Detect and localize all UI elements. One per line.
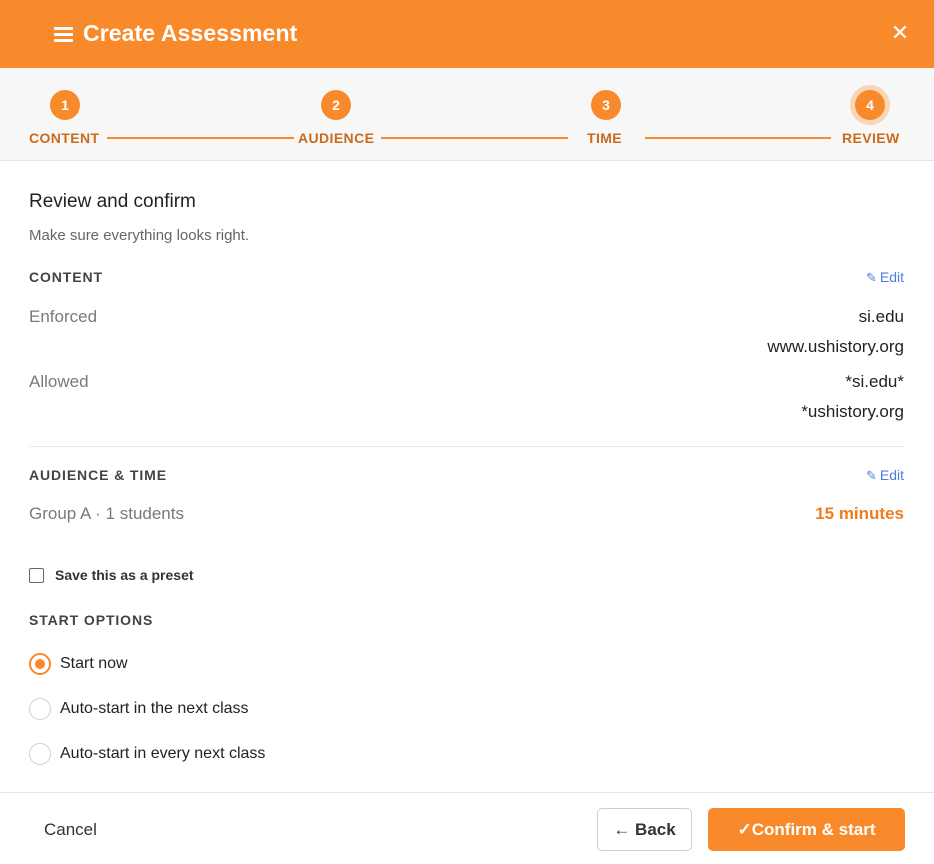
allowed-domain: *si.edu* (845, 372, 904, 391)
close-icon[interactable]: ✕ (890, 22, 910, 44)
radio-button[interactable] (29, 743, 51, 765)
step-review[interactable]: 4 REVIEW (835, 68, 934, 161)
start-option-start-now[interactable]: Start now (29, 653, 128, 675)
review-title: Review and confirm (29, 191, 196, 212)
save-preset-row[interactable]: Save this as a preset (29, 567, 194, 583)
step-number: 1 (50, 90, 80, 120)
step-connector (645, 137, 831, 139)
start-option-every-next-class[interactable]: Auto-start in every next class (29, 743, 265, 765)
step-label: TIME (587, 130, 623, 146)
radio-label[interactable]: Auto-start in every next class (60, 745, 265, 763)
step-connector (381, 137, 568, 139)
audience-section-label: AUDIENCE & TIME (29, 467, 167, 483)
hamburger-menu-icon[interactable] (54, 27, 73, 42)
save-preset-checkbox[interactable] (29, 567, 44, 583)
step-number: 3 (591, 90, 621, 120)
edit-audience-link[interactable]: ✎ Edit (866, 467, 904, 484)
review-subtitle: Make sure everything looks right. (29, 227, 250, 244)
allowed-domain: *ushistory.org (801, 402, 904, 421)
enforced-domain: si.edu (858, 307, 904, 326)
save-preset-label[interactable]: Save this as a preset (55, 567, 194, 583)
content-section-label: CONTENT (29, 269, 103, 285)
confirm-start-button[interactable]: ✓Confirm & start (708, 808, 905, 851)
enforced-domain: www.ushistory.org (767, 337, 904, 356)
step-connector (107, 137, 294, 139)
step-number: 4 (855, 90, 885, 120)
pencil-icon: ✎ (865, 270, 877, 285)
modal-title: Create Assessment (83, 20, 298, 46)
duration-value: 15 minutes (815, 504, 904, 523)
pencil-icon: ✎ (865, 468, 877, 483)
section-divider (29, 446, 904, 447)
step-label: REVIEW (842, 130, 900, 146)
edit-label: Edit (879, 467, 904, 483)
step-number: 2 (321, 90, 351, 120)
modal-footer: Cancel ← Back ✓Confirm & start (0, 792, 934, 864)
step-audience[interactable]: 2 AUDIENCE (290, 68, 390, 161)
group-summary: Group A · 1 students (29, 504, 184, 523)
cancel-button[interactable]: Cancel (44, 820, 97, 840)
start-option-next-class[interactable]: Auto-start in the next class (29, 698, 249, 720)
edit-content-link[interactable]: ✎ Edit (866, 269, 904, 286)
create-assessment-modal: Create Assessment ✕ 1 CONTENT 2 AUDIENCE… (0, 0, 934, 864)
step-time[interactable]: 3 TIME (575, 68, 645, 161)
step-content[interactable]: 1 CONTENT (0, 68, 130, 161)
step-label: AUDIENCE (298, 130, 375, 146)
modal-header: Create Assessment ✕ (0, 0, 934, 68)
allowed-label: Allowed (29, 372, 89, 391)
start-options-label: START OPTIONS (29, 612, 154, 628)
radio-label[interactable]: Start now (60, 655, 128, 673)
radio-button[interactable] (29, 698, 51, 720)
step-label: CONTENT (29, 130, 100, 146)
radio-button[interactable] (29, 653, 51, 675)
back-button[interactable]: ← Back (597, 808, 692, 851)
enforced-label: Enforced (29, 307, 98, 326)
wizard-stepper: 1 CONTENT 2 AUDIENCE 3 TIME 4 REVIEW (0, 68, 934, 161)
edit-label: Edit (879, 269, 904, 285)
radio-label[interactable]: Auto-start in the next class (60, 700, 249, 718)
